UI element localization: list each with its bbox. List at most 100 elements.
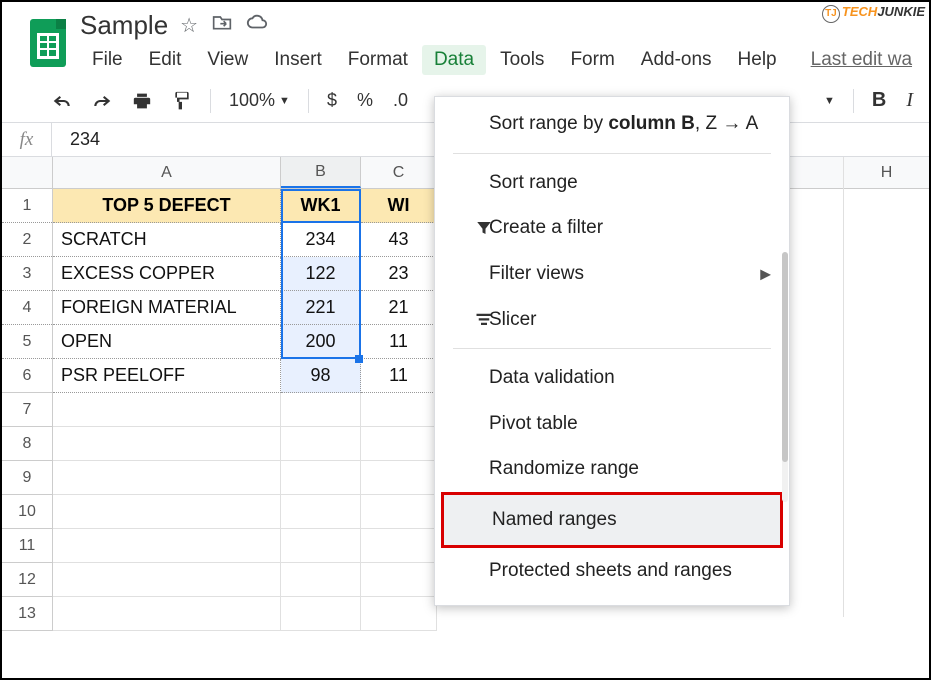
menu-protected-sheets[interactable]: Protected sheets and ranges (435, 548, 789, 594)
menu-pivot-table[interactable]: Pivot table (435, 401, 789, 447)
cell[interactable] (361, 563, 437, 597)
cell[interactable] (53, 495, 281, 529)
row-head-6[interactable]: 6 (2, 359, 52, 393)
row-head-1[interactable]: 1 (2, 189, 52, 223)
cloud-icon[interactable] (246, 13, 268, 38)
cell[interactable]: 11 (361, 325, 437, 359)
cell[interactable]: 122 (281, 257, 361, 291)
cell[interactable]: 221 (281, 291, 361, 325)
row-head-4[interactable]: 4 (2, 291, 52, 325)
menu-edit[interactable]: Edit (137, 45, 194, 75)
menu-create-filter[interactable]: Create a filter (435, 205, 789, 251)
row-head-12[interactable]: 12 (2, 563, 52, 597)
cell[interactable] (281, 461, 361, 495)
menu-named-ranges[interactable]: Named ranges (441, 492, 783, 548)
cell[interactable] (53, 563, 281, 597)
more-toolbar-dropdown[interactable]: ▼ (818, 91, 841, 111)
menu-addons[interactable]: Add-ons (629, 45, 724, 75)
cell[interactable]: 234 (281, 223, 361, 257)
paint-format-icon[interactable] (166, 87, 198, 115)
cell[interactable]: 11 (361, 359, 437, 393)
menu-label: , Z → A (695, 113, 758, 134)
cell[interactable] (53, 393, 281, 427)
menu-data-validation[interactable]: Data validation (435, 355, 789, 401)
col-head-A[interactable]: A (53, 157, 281, 188)
header-cell-C[interactable]: WI (361, 189, 437, 223)
cell[interactable] (361, 461, 437, 495)
sheets-logo-icon[interactable] (30, 19, 66, 67)
last-edit-link[interactable]: Last edit wa (805, 45, 918, 75)
menu-filter-views[interactable]: Filter views ▶ (435, 251, 789, 297)
cell[interactable]: 23 (361, 257, 437, 291)
menu-view[interactable]: View (195, 45, 260, 75)
col-head-B[interactable]: B (281, 157, 361, 188)
menu-label: Protected sheets and ranges (489, 558, 732, 584)
decrease-decimal-button[interactable]: .0 (387, 86, 414, 115)
percent-button[interactable]: % (351, 86, 379, 115)
cell[interactable] (281, 427, 361, 461)
cell[interactable]: PSR PEELOFF (53, 359, 281, 393)
col-head-H[interactable]: H (844, 157, 929, 189)
row-head-13[interactable]: 13 (2, 597, 52, 631)
menu-tools[interactable]: Tools (488, 45, 556, 75)
print-icon[interactable] (126, 88, 158, 114)
row-head-3[interactable]: 3 (2, 257, 52, 291)
cell[interactable]: FOREIGN MATERIAL (53, 291, 281, 325)
cell[interactable]: 200 (281, 325, 361, 359)
row-head-2[interactable]: 2 (2, 223, 52, 257)
menu-help[interactable]: Help (726, 45, 789, 75)
menu-data[interactable]: Data (422, 45, 486, 75)
select-all-corner[interactable] (2, 157, 52, 189)
cell[interactable] (361, 495, 437, 529)
move-icon[interactable] (212, 13, 232, 38)
menu-slicer[interactable]: Slicer (435, 297, 789, 343)
menu-format[interactable]: Format (336, 45, 420, 75)
menu-sort-range-by-column-b-za[interactable]: Sort range by column B, Z → A (435, 101, 789, 147)
cell[interactable] (53, 461, 281, 495)
cell[interactable] (361, 393, 437, 427)
zoom-select[interactable]: 100%▼ (223, 86, 296, 115)
menu-form[interactable]: Form (558, 45, 626, 75)
row-head-11[interactable]: 11 (2, 529, 52, 563)
row-head-5[interactable]: 5 (2, 325, 52, 359)
cell[interactable] (53, 597, 281, 631)
cell[interactable] (361, 427, 437, 461)
cell[interactable] (281, 495, 361, 529)
currency-button[interactable]: $ (321, 86, 343, 115)
menu-insert[interactable]: Insert (262, 45, 334, 75)
header-cell-A[interactable]: TOP 5 DEFECT (53, 189, 281, 223)
star-icon[interactable]: ☆ (180, 13, 198, 38)
cell[interactable] (361, 597, 437, 631)
cell[interactable]: 43 (361, 223, 437, 257)
row-head-9[interactable]: 9 (2, 461, 52, 495)
menu-scroll-thumb[interactable] (782, 252, 788, 462)
menu-scrollbar[interactable] (782, 252, 788, 502)
menu-sort-range[interactable]: Sort range (435, 160, 789, 206)
cell[interactable]: EXCESS COPPER (53, 257, 281, 291)
cell[interactable] (281, 563, 361, 597)
header-cell-B[interactable]: WK1 (281, 189, 361, 223)
cell[interactable]: SCRATCH (53, 223, 281, 257)
cell[interactable]: OPEN (53, 325, 281, 359)
cell[interactable]: 21 (361, 291, 437, 325)
menu-randomize-range[interactable]: Randomize range (435, 446, 789, 492)
col-head-C[interactable]: C (361, 157, 437, 188)
menu-label: Slicer (489, 307, 537, 333)
cell[interactable] (281, 597, 361, 631)
row-head-10[interactable]: 10 (2, 495, 52, 529)
cell[interactable] (53, 427, 281, 461)
doc-title[interactable]: Sample (80, 10, 168, 41)
cell[interactable] (361, 529, 437, 563)
menu-file[interactable]: File (80, 45, 135, 75)
cell[interactable] (281, 529, 361, 563)
cell[interactable] (281, 393, 361, 427)
cell[interactable] (53, 529, 281, 563)
row-head-8[interactable]: 8 (2, 427, 52, 461)
undo-icon[interactable] (46, 88, 78, 114)
redo-icon[interactable] (86, 88, 118, 114)
menu-label: Pivot table (489, 411, 578, 437)
cell[interactable]: 98 (281, 359, 361, 393)
row-head-7[interactable]: 7 (2, 393, 52, 427)
bold-button[interactable]: B (866, 85, 892, 116)
italic-button[interactable]: I (900, 85, 919, 116)
